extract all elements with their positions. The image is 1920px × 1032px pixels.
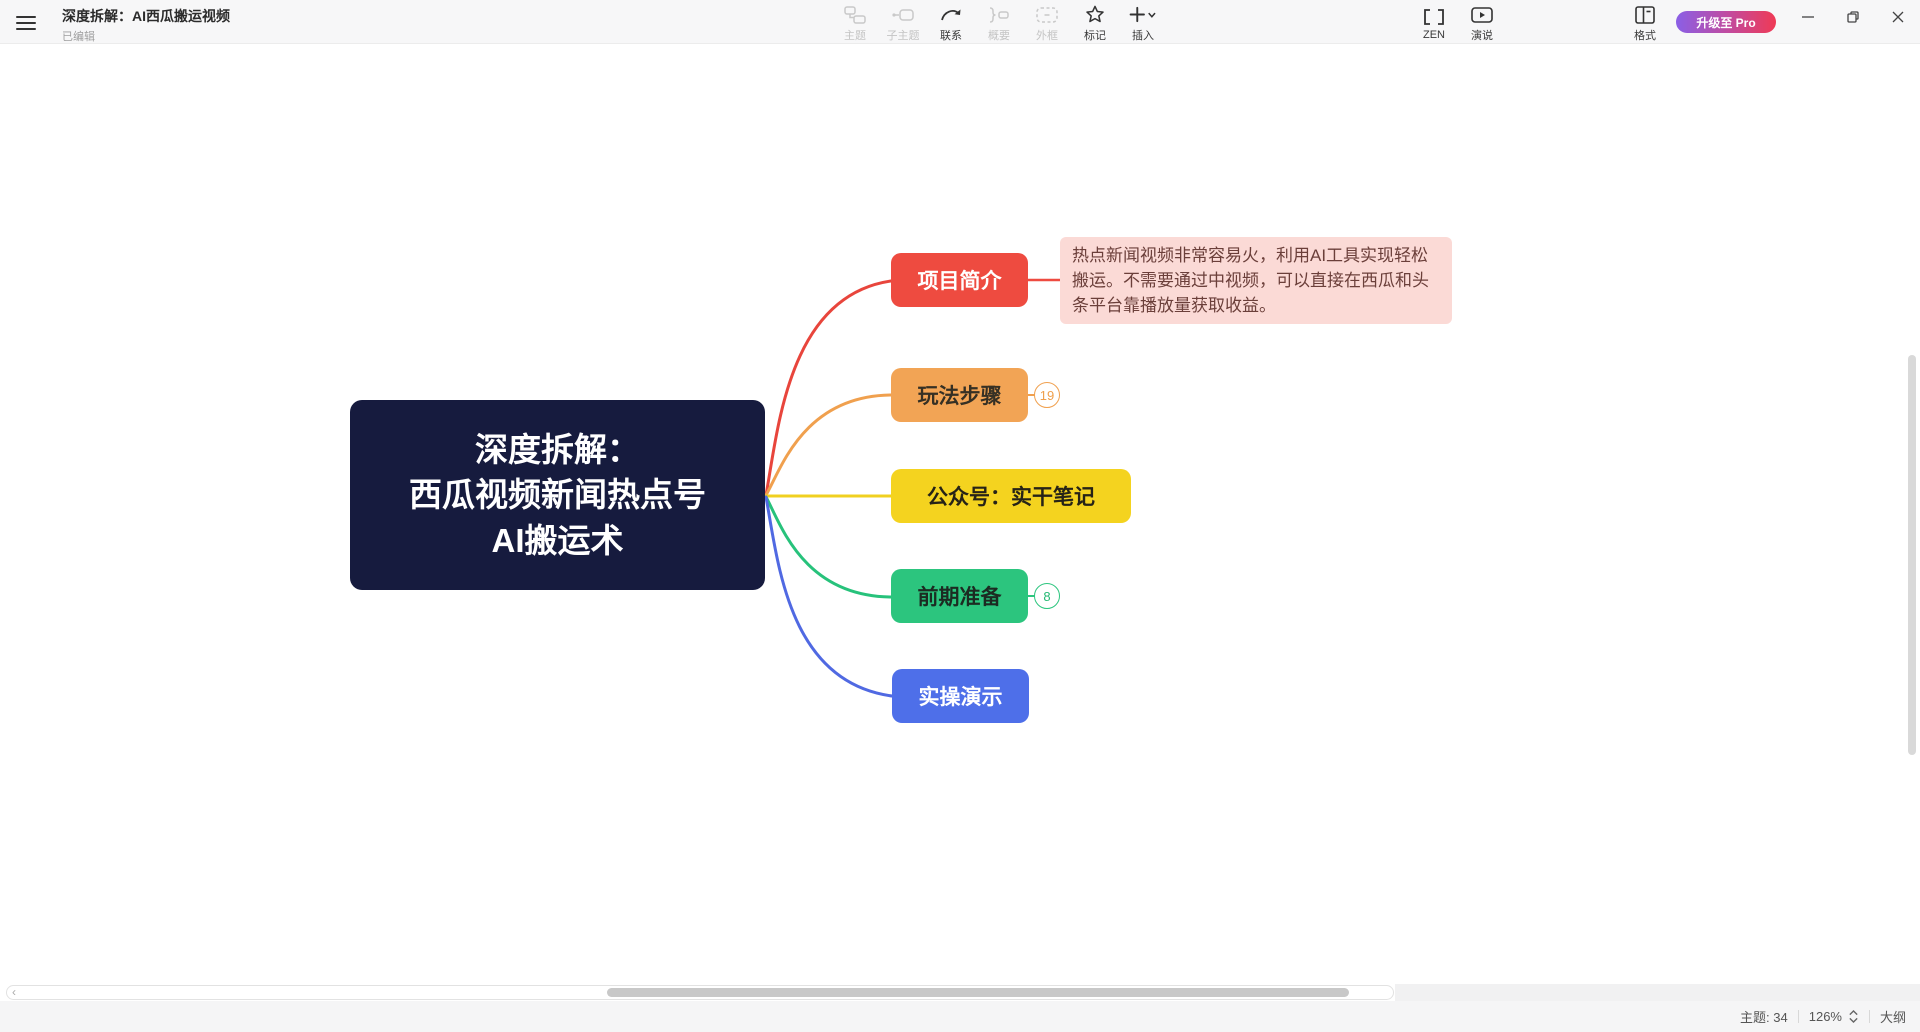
vertical-scrollbar-thumb[interactable] (1908, 355, 1916, 755)
toolbar-marker-label: 标记 (1084, 27, 1106, 43)
toolbar-format-button[interactable]: 格式 (1621, 0, 1669, 44)
toolbar-pitch-label: 演说 (1471, 27, 1493, 43)
toolbar-zen-button[interactable]: ZEN (1410, 0, 1458, 44)
scrollbar-corner (1395, 984, 1920, 1001)
topics-count: 主题: 34 (1740, 1007, 1788, 1026)
menu-icon[interactable] (16, 14, 40, 32)
restore-button[interactable] (1830, 0, 1875, 34)
branch-gameplay-steps[interactable]: 玩法步骤 (891, 368, 1028, 422)
zoom-level: 126% (1809, 1009, 1842, 1024)
branch-project-intro[interactable]: 项目简介 (891, 253, 1028, 307)
toolbar-format-group: 格式 (1621, 0, 1669, 44)
upgrade-pro-button[interactable]: 升级至 Pro (1676, 11, 1776, 33)
root-topic[interactable]: 深度拆解： 西瓜视频新闻热点号 AI搬运术 (350, 400, 765, 590)
root-topic-line3: AI搬运术 (492, 518, 624, 564)
toolbar-topic-label: 主题 (844, 27, 866, 43)
boundary-icon (1035, 4, 1059, 25)
plus-chevron-icon (1128, 4, 1158, 25)
branch-wechat-account[interactable]: 公众号：实干笔记 (891, 469, 1131, 523)
root-topic-line2: 西瓜视频新闻热点号 (409, 472, 706, 518)
horizontal-scrollbar[interactable]: ‹ (6, 985, 1394, 1000)
document-save-status: 已编辑 (62, 28, 230, 44)
branch-preparation[interactable]: 前期准备 (891, 569, 1028, 623)
status-divider (1869, 1010, 1870, 1023)
minimize-button[interactable] (1785, 0, 1830, 34)
minimize-icon (1801, 10, 1815, 24)
outline-toggle[interactable]: 大纲 (1880, 1007, 1906, 1026)
status-divider (1798, 1010, 1799, 1023)
toolbar-subtopic-button[interactable]: 子主题 (879, 0, 927, 44)
toolbar-summary-button[interactable]: 概要 (975, 0, 1023, 44)
toolbar-relationship-button[interactable]: 联系 (927, 0, 975, 44)
toolbar-boundary-button[interactable]: 外框 (1023, 0, 1071, 44)
summary-icon (987, 4, 1011, 25)
collapsed-count-badge-gameplay[interactable]: 19 (1034, 382, 1060, 408)
toolbar-topic-button[interactable]: 主题 (831, 0, 879, 44)
zen-brackets-icon (1423, 6, 1445, 27)
toolbar-format-label: 格式 (1634, 27, 1656, 43)
topic-icon (843, 4, 867, 25)
branch-live-demo[interactable]: 实操演示 (892, 669, 1029, 723)
toolbar-zen-label: ZEN (1423, 29, 1445, 41)
star-icon (1084, 4, 1106, 25)
subtopic-icon (891, 4, 915, 25)
close-button[interactable] (1875, 0, 1920, 34)
close-icon (1891, 10, 1905, 24)
status-bar: 主题: 34 126% 大纲 (0, 1001, 1920, 1032)
document-info: 深度拆解：AI西瓜搬运视频 已编辑 (62, 6, 230, 44)
document-title: 深度拆解：AI西瓜搬运视频 (62, 6, 230, 26)
zoom-control[interactable]: 126% (1809, 1009, 1859, 1024)
toolbar-subtopic-label: 子主题 (887, 27, 920, 43)
toolbar-summary-label: 概要 (988, 27, 1010, 43)
toolbar-center: 主题 子主题 联系 概要 外框 (831, 0, 1167, 44)
toolbar-right: ZEN 演说 (1410, 0, 1506, 44)
toolbar-boundary-label: 外框 (1036, 27, 1058, 43)
restore-icon (1846, 10, 1860, 24)
titlebar: 深度拆解：AI西瓜搬运视频 已编辑 主题 子主题 联系 概要 (0, 0, 1920, 44)
relationship-icon (939, 4, 963, 25)
toolbar-insert-label: 插入 (1132, 27, 1154, 43)
toolbar-pitch-button[interactable]: 演说 (1458, 0, 1506, 44)
toolbar-marker-button[interactable]: 标记 (1071, 0, 1119, 44)
zoom-stepper-icon[interactable] (1848, 1009, 1859, 1024)
play-rect-icon (1470, 4, 1494, 25)
scroll-left-arrow-icon[interactable]: ‹ (12, 985, 16, 1000)
window-controls (1785, 0, 1920, 34)
note-callout[interactable]: 热点新闻视频非常容易火，利用AI工具实现轻松搬运。不需要通过中视频，可以直接在西… (1060, 237, 1452, 324)
root-topic-line1: 深度拆解： (475, 427, 640, 473)
toolbar-relationship-label: 联系 (940, 27, 962, 43)
toolbar-insert-button[interactable]: 插入 (1119, 0, 1167, 44)
collapsed-count-badge-preparation[interactable]: 8 (1034, 583, 1060, 609)
horizontal-scrollbar-thumb[interactable] (607, 988, 1349, 997)
format-panel-icon (1634, 4, 1656, 25)
